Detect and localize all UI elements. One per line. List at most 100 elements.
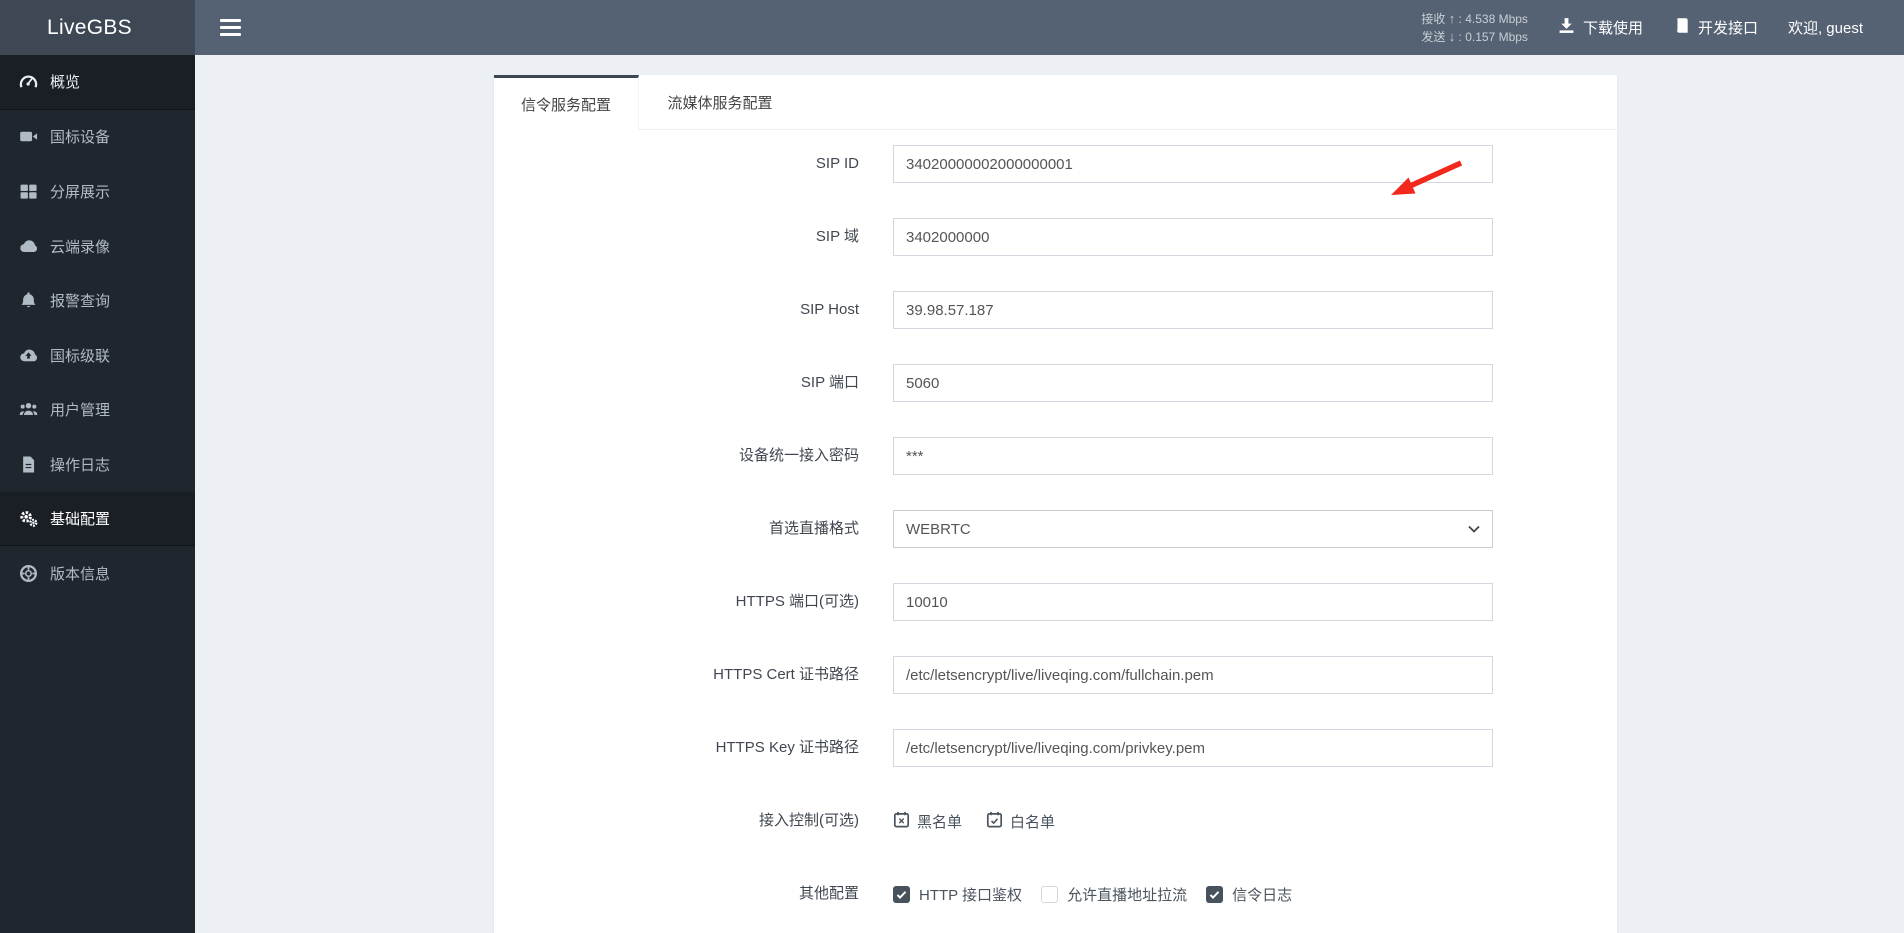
sidebar-item-label: 版本信息 bbox=[50, 566, 111, 584]
access-control-row-label: 接入控制(可选) bbox=[759, 812, 859, 829]
sip-port-field[interactable] bbox=[893, 364, 1493, 402]
sidebar-item-life-ring[interactable]: 版本信息 bbox=[0, 546, 195, 601]
form-control bbox=[893, 656, 1493, 694]
users-icon bbox=[18, 400, 38, 420]
form-control bbox=[893, 291, 1493, 329]
form-row-sip-domain-field: SIP 域 bbox=[494, 160, 1617, 256]
http-auth-checkbox-label: HTTP 接口鉴权 bbox=[919, 886, 1023, 904]
form-control bbox=[893, 729, 1493, 767]
download-link-label: 下载使用 bbox=[1582, 20, 1643, 37]
device-password-field[interactable] bbox=[893, 437, 1493, 475]
hamburger-icon bbox=[219, 19, 241, 22]
https-cert-path-field[interactable] bbox=[893, 656, 1493, 694]
file-icon bbox=[18, 454, 38, 474]
sidebar-item-gauge[interactable]: 概览 bbox=[0, 55, 195, 110]
gauge-icon bbox=[18, 72, 38, 92]
signal-log-checkbox[interactable]: 信令日志 bbox=[1206, 884, 1292, 905]
form-control bbox=[893, 364, 1493, 402]
calendar-check-icon bbox=[986, 811, 1003, 832]
chevron-down-icon bbox=[1466, 521, 1482, 537]
form-control bbox=[893, 437, 1493, 475]
blacklist-link[interactable]: 黑名单 bbox=[893, 811, 962, 832]
sidebar-item-label: 国标设备 bbox=[50, 129, 111, 147]
preferred-live-format-select-label: 首选直播格式 bbox=[768, 520, 859, 537]
form-row-access-control-row: 接入控制(可选) 黑名单 白名单 bbox=[494, 802, 1617, 840]
tab-label: 流媒体服务配置 bbox=[667, 95, 773, 112]
sidebar-item-label: 基础配置 bbox=[50, 511, 111, 529]
form-row-device-password-field: 设备统一接入密码 bbox=[494, 437, 1617, 475]
sidebar-menu: 概览 国标设备 分屏展示 云端录像 报警查询 国标级联 用户管理 操作日志 基础… bbox=[0, 55, 195, 933]
https-key-path-field[interactable] bbox=[893, 729, 1493, 767]
form-row-https-port-field: HTTPS 端口(可选) bbox=[494, 583, 1617, 621]
top-navbar: LiveGBS 接收 ↑ : 4.538 Mbps 发送 ↓ : 0.157 M… bbox=[0, 0, 1904, 55]
sidebar-item-gears[interactable]: 基础配置 bbox=[0, 491, 195, 547]
sidebar-item-label: 操作日志 bbox=[50, 456, 111, 474]
device-password-field-label: 设备统一接入密码 bbox=[738, 447, 859, 464]
download-icon bbox=[1558, 17, 1575, 38]
https-key-path-field-label: HTTPS Key 证书路径 bbox=[715, 739, 859, 756]
form-row-sip-port-field: SIP 端口 bbox=[494, 364, 1617, 402]
sidebar-item-users[interactable]: 用户管理 bbox=[0, 383, 195, 438]
content-area: 信令服务配置 流媒体服务配置 SIP ID SIP 域 SIP Host SIP … bbox=[195, 55, 1904, 933]
http-auth-checkbox[interactable]: HTTP 接口鉴权 bbox=[893, 884, 1022, 905]
signal-log-checkbox-label: 信令日志 bbox=[1232, 886, 1293, 904]
cloud-upload-icon bbox=[18, 345, 38, 365]
api-docs-link-label: 开发接口 bbox=[1697, 20, 1758, 37]
sip-port-field-label: SIP 端口 bbox=[800, 374, 859, 391]
form-row-https-cert-path-field: HTTPS Cert 证书路径 bbox=[494, 656, 1617, 694]
book-icon bbox=[1673, 17, 1690, 38]
https-cert-path-field-label: HTTPS Cert 证书路径 bbox=[713, 666, 859, 683]
download-link[interactable]: 下载使用 bbox=[1558, 17, 1643, 38]
sip-domain-field-label: SIP 域 bbox=[815, 228, 859, 245]
other-config-row-label: 其他配置 bbox=[798, 885, 859, 902]
unchecked-checkbox[interactable] bbox=[1041, 885, 1059, 903]
signal-config-form: SIP ID SIP 域 SIP Host SIP 端口 设备统一接入密码 首选… bbox=[494, 130, 1617, 913]
send-rate: 发送 ↓ : 0.157 Mbps bbox=[1421, 28, 1528, 44]
tab-signal-service-config[interactable]: 信令服务配置 bbox=[494, 75, 639, 130]
sidebar-item-label: 国标级联 bbox=[50, 347, 111, 365]
config-tabs: 信令服务配置 流媒体服务配置 bbox=[494, 75, 1617, 130]
checked-checkbox[interactable] bbox=[1206, 885, 1224, 903]
whitelist-link[interactable]: 白名单 bbox=[986, 811, 1055, 832]
hamburger-icon bbox=[219, 26, 241, 29]
sip-host-field[interactable] bbox=[893, 291, 1493, 329]
sidebar-item-label: 报警查询 bbox=[50, 293, 111, 311]
sidebar-item-file[interactable]: 操作日志 bbox=[0, 437, 195, 492]
sidebar-item-video-camera[interactable]: 国标设备 bbox=[0, 110, 195, 165]
app-logo[interactable]: LiveGBS bbox=[0, 0, 195, 55]
sip-domain-field[interactable] bbox=[893, 218, 1493, 256]
hamburger-icon bbox=[219, 33, 241, 36]
https-port-field[interactable] bbox=[893, 583, 1493, 621]
sidebar-item-bell[interactable]: 报警查询 bbox=[0, 273, 195, 328]
sidebar-item-cloud-upload[interactable]: 国标级联 bbox=[0, 328, 195, 383]
preferred-live-format-select[interactable]: WEBRTC bbox=[893, 510, 1493, 548]
form-control: 黑名单 白名单 bbox=[893, 802, 1493, 840]
tab-media-service-config[interactable]: 流媒体服务配置 bbox=[639, 75, 801, 130]
allow-pull-checkbox-label: 允许直播地址拉流 bbox=[1067, 886, 1188, 904]
sidebar-item-cloud[interactable]: 云端录像 bbox=[0, 219, 195, 274]
sidebar-item-label: 云端录像 bbox=[50, 238, 111, 256]
recv-rate: 接收 ↑ : 4.538 Mbps bbox=[1421, 10, 1528, 26]
navbar-right: 接收 ↑ : 4.538 Mbps 发送 ↓ : 0.157 Mbps 下载使用… bbox=[1421, 0, 1863, 55]
whitelist-link-label: 白名单 bbox=[1010, 813, 1056, 831]
arrow-up-icon: ↑ bbox=[1448, 10, 1456, 26]
sip-id-field-label: SIP ID bbox=[815, 155, 859, 172]
welcome-user-label[interactable]: 欢迎, guest bbox=[1788, 17, 1863, 38]
sidebar-item-label: 概览 bbox=[50, 74, 81, 92]
api-docs-link[interactable]: 开发接口 bbox=[1673, 17, 1758, 38]
allow-pull-checkbox[interactable]: 允许直播地址拉流 bbox=[1041, 884, 1187, 905]
calendar-x-icon bbox=[893, 811, 910, 832]
sidebar-toggle-button[interactable] bbox=[207, 0, 253, 55]
form-control bbox=[893, 583, 1493, 621]
sip-host-field-label: SIP Host bbox=[800, 301, 859, 318]
network-stats: 接收 ↑ : 4.538 Mbps 发送 ↓ : 0.157 Mbps bbox=[1421, 10, 1528, 46]
sip-id-field[interactable] bbox=[893, 145, 1493, 183]
bell-icon bbox=[18, 291, 38, 311]
sidebar-item-grid[interactable]: 分屏展示 bbox=[0, 164, 195, 219]
form-row-https-key-path-field: HTTPS Key 证书路径 bbox=[494, 729, 1617, 767]
cloud-icon bbox=[18, 236, 38, 256]
checked-checkbox[interactable] bbox=[893, 885, 910, 903]
tab-label: 信令服务配置 bbox=[520, 96, 611, 114]
form-row-sip-host-field: SIP Host bbox=[494, 291, 1617, 329]
video-camera-icon bbox=[18, 127, 38, 147]
